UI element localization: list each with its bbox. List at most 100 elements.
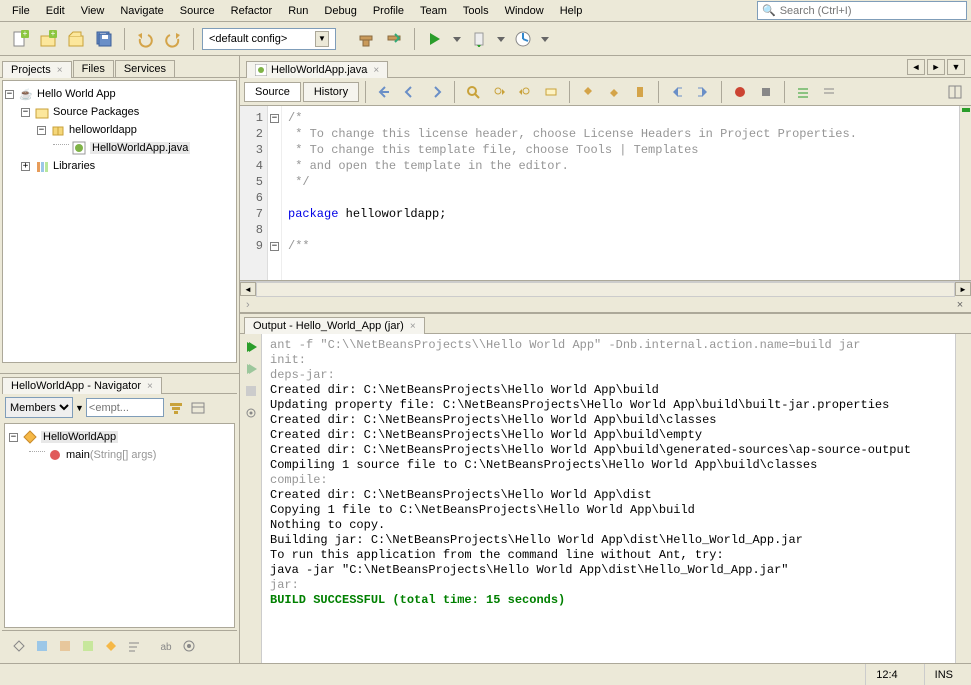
menu-file[interactable]: File <box>4 3 38 19</box>
output-tab[interactable]: Output - Hello_World_App (jar) × <box>244 317 425 334</box>
output-content[interactable]: ant -f "C:\\NetBeansProjects\\Hello Worl… <box>262 334 955 663</box>
scroll-left-icon[interactable]: ◄ <box>240 282 256 296</box>
nav-static-button[interactable] <box>54 635 76 657</box>
shift-right-button[interactable] <box>691 80 715 104</box>
run-dropdown[interactable] <box>451 27 463 51</box>
menu-window[interactable]: Window <box>497 3 552 19</box>
editor-back-button[interactable] <box>398 80 422 104</box>
nav-fields-button[interactable] <box>31 635 53 657</box>
editor-split-button[interactable] <box>943 80 967 104</box>
output-stop-button[interactable] <box>242 382 260 400</box>
menu-source[interactable]: Source <box>172 3 223 19</box>
tree-source-packages[interactable]: − Source Packages <box>5 103 234 121</box>
editor-nav-list[interactable]: ▼ <box>947 59 965 75</box>
close-icon[interactable]: × <box>147 381 153 392</box>
nav-inherit-button[interactable] <box>8 635 30 657</box>
output-settings-button[interactable] <box>242 404 260 422</box>
scroll-right-icon[interactable]: ► <box>955 282 971 296</box>
collapse-icon[interactable]: − <box>37 126 46 135</box>
toggle-bookmark-button[interactable] <box>628 80 652 104</box>
save-all-button[interactable] <box>92 27 116 51</box>
navigator-class[interactable]: − HelloWorldApp <box>9 428 230 446</box>
fold-gutter[interactable]: −− <box>268 106 282 280</box>
search-input[interactable] <box>780 5 962 17</box>
editor-nav-next[interactable]: ► <box>927 59 945 75</box>
expand-icon[interactable]: + <box>21 162 30 171</box>
tab-projects[interactable]: Projects× <box>2 61 72 78</box>
navigator-view-select[interactable]: Members <box>5 397 73 418</box>
tree-java-file[interactable]: HelloWorldApp.java <box>5 139 234 157</box>
close-icon[interactable]: × <box>373 65 379 76</box>
nav-options-button[interactable] <box>178 635 200 657</box>
code-editor[interactable]: 123456789 −− /* * To change this license… <box>240 106 971 281</box>
menu-run[interactable]: Run <box>280 3 316 19</box>
close-icon[interactable]: × <box>953 298 967 312</box>
uncomment-button[interactable] <box>817 80 841 104</box>
clean-build-button[interactable] <box>382 27 406 51</box>
find-selection-button[interactable] <box>461 80 485 104</box>
global-search-box[interactable]: 🔍 <box>757 1 967 20</box>
tree-libraries[interactable]: + Libraries <box>5 157 234 175</box>
next-bookmark-button[interactable] <box>602 80 626 104</box>
build-button[interactable] <box>354 27 378 51</box>
editor-forward-button[interactable] <box>424 80 448 104</box>
navigator-tree[interactable]: − HelloWorldApp main(String[] args) <box>4 423 235 628</box>
tab-services[interactable]: Services <box>115 60 175 77</box>
output-rerun2-button[interactable] <box>242 360 260 378</box>
output-rerun-button[interactable] <box>242 338 260 356</box>
editor-tab-file[interactable]: HelloWorldApp.java × <box>246 61 388 78</box>
code-content[interactable]: /* * To change this license header, choo… <box>282 106 959 280</box>
output-vscroll[interactable] <box>955 334 971 663</box>
navigator-options-button[interactable] <box>188 398 208 418</box>
new-file-button[interactable]: + <box>8 27 32 51</box>
menu-help[interactable]: Help <box>552 3 591 19</box>
scroll-track[interactable] <box>256 282 955 297</box>
debug-dropdown[interactable] <box>495 27 507 51</box>
close-icon[interactable]: × <box>57 65 63 76</box>
collapse-icon[interactable]: − <box>21 108 30 117</box>
menu-debug[interactable]: Debug <box>316 3 364 19</box>
config-select[interactable]: <default config> ▼ <box>202 28 336 50</box>
menu-refactor[interactable]: Refactor <box>223 3 281 19</box>
undo-button[interactable] <box>133 27 157 51</box>
new-project-button[interactable]: + <box>36 27 60 51</box>
navigator-filter-button[interactable] <box>166 398 186 418</box>
collapse-icon[interactable]: − <box>5 90 14 99</box>
profile-dropdown[interactable] <box>539 27 551 51</box>
run-button[interactable] <box>423 27 447 51</box>
debug-button[interactable] <box>467 27 491 51</box>
collapse-icon[interactable]: − <box>9 433 18 442</box>
menu-profile[interactable]: Profile <box>365 3 412 19</box>
find-next-button[interactable] <box>513 80 537 104</box>
menu-team[interactable]: Team <box>412 3 455 19</box>
open-project-button[interactable] <box>64 27 88 51</box>
tree-package[interactable]: − helloworldapp <box>5 121 234 139</box>
close-icon[interactable]: × <box>410 321 416 332</box>
profile-button[interactable] <box>511 27 535 51</box>
sub-tab-source[interactable]: Source <box>244 82 301 102</box>
projects-tree[interactable]: − ☕ Hello World App − Source Packages − … <box>2 80 237 363</box>
nav-sort-button[interactable] <box>100 635 122 657</box>
comment-button[interactable] <box>791 80 815 104</box>
navigator-method[interactable]: main(String[] args) <box>9 446 230 464</box>
nav-fqn-button[interactable]: ab <box>155 635 177 657</box>
menu-navigate[interactable]: Navigate <box>112 3 171 19</box>
shift-left-button[interactable] <box>665 80 689 104</box>
editor-last-edit-button[interactable] <box>372 80 396 104</box>
prev-bookmark-button[interactable] <box>576 80 600 104</box>
find-prev-button[interactable] <box>487 80 511 104</box>
error-stripe[interactable] <box>959 106 971 280</box>
editor-hscroll[interactable]: ◄ ► <box>240 281 971 297</box>
menu-view[interactable]: View <box>73 3 113 19</box>
redo-button[interactable] <box>161 27 185 51</box>
sub-tab-history[interactable]: History <box>303 82 359 102</box>
macro-record-button[interactable] <box>728 80 752 104</box>
macro-stop-button[interactable] <box>754 80 778 104</box>
tree-project-root[interactable]: − ☕ Hello World App <box>5 85 234 103</box>
menu-tools[interactable]: Tools <box>455 3 497 19</box>
navigator-filter-input[interactable] <box>86 398 164 417</box>
toggle-highlight-button[interactable] <box>539 80 563 104</box>
tab-files[interactable]: Files <box>73 60 114 77</box>
nav-nonpublic-button[interactable] <box>77 635 99 657</box>
nav-sort2-button[interactable] <box>123 635 145 657</box>
